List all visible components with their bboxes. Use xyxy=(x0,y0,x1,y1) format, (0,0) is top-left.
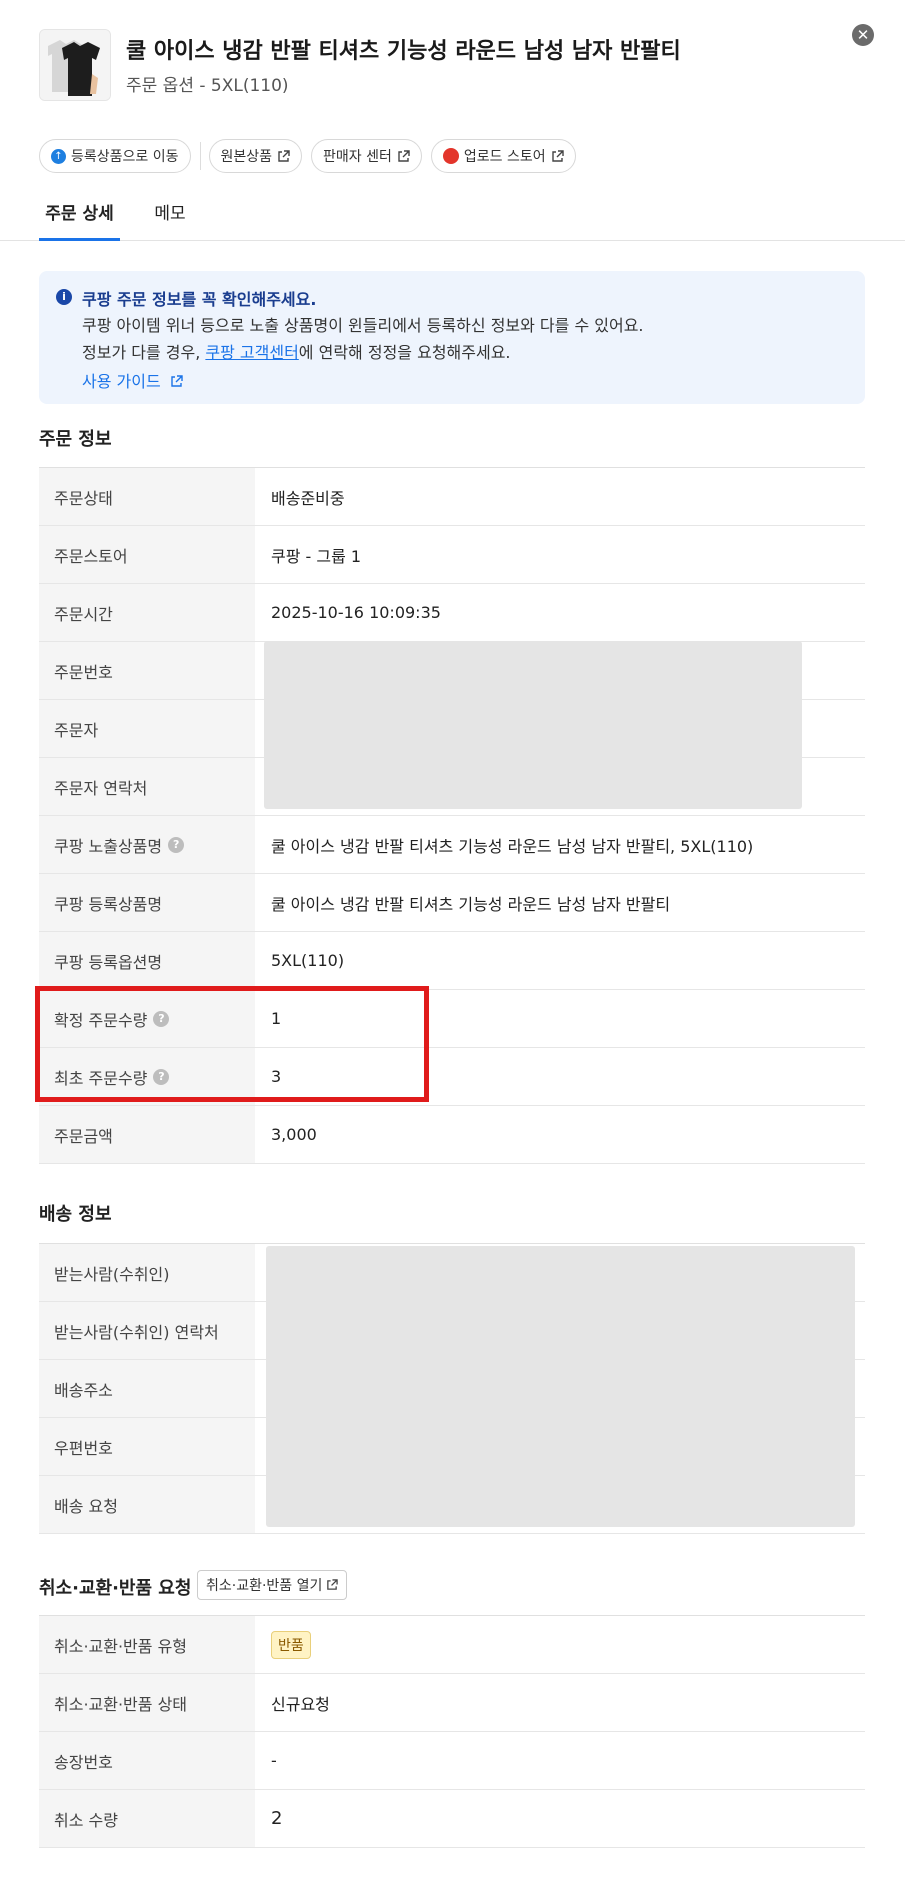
chip-label: 원본상품 xyxy=(220,149,273,165)
row-value: 5XL(110) xyxy=(271,951,345,970)
notice-title: 쿠팡 주문 정보를 꼭 확인해주세요. xyxy=(82,290,317,309)
notice-line: 쿠팡 아이템 위너 등으로 노출 상품명이 윈들리에서 등록하신 정보와 다를 … xyxy=(82,316,644,335)
row-label: 받는사람(수취인) xyxy=(39,1244,255,1301)
notice-box: i 쿠팡 주문 정보를 꼭 확인해주세요. 쿠팡 아이템 위너 등으로 노출 상… xyxy=(39,271,865,404)
row-label: 주문자 연락처 xyxy=(39,758,255,815)
tshirt-image xyxy=(40,30,110,100)
row-label: 취소 수량 xyxy=(39,1790,255,1847)
tab-memo[interactable]: 메모 xyxy=(146,192,194,241)
shipping-info-title: 배송 정보 xyxy=(39,1204,112,1225)
notice-text: 에 연락해 정정을 요청해주세요. xyxy=(298,343,511,362)
open-claim-label: 취소·교환·반품 열기 xyxy=(206,1578,323,1594)
external-link-icon xyxy=(398,149,410,162)
row-value: 2 xyxy=(271,1808,283,1829)
notice-text: 정보가 다를 경우, xyxy=(82,343,206,362)
row-value: 쿨 아이스 냉감 반팔 티셔츠 기능성 라운드 남성 남자 반팔티, 5XL(1… xyxy=(271,836,754,856)
table-row: 쿠팡 노출상품명? 쿨 아이스 냉감 반팔 티셔츠 기능성 라운드 남성 남자 반… xyxy=(39,816,865,874)
open-claim-button[interactable]: 취소·교환·반품 열기 xyxy=(197,1570,348,1600)
tab-order-detail[interactable]: 주문 상세 xyxy=(39,192,120,241)
external-link-icon xyxy=(171,375,183,387)
product-header: 쿨 아이스 냉감 반팔 티셔츠 기능성 라운드 남성 남자 반팔티 주문 옵션 … xyxy=(39,29,865,101)
table-row: 송장번호 - xyxy=(39,1732,865,1790)
row-label: 쿠팡 등록상품명 xyxy=(39,874,255,931)
row-value: 2025-10-16 10:09:35 xyxy=(271,603,441,622)
external-link-icon xyxy=(327,1579,339,1590)
chip-label: 판매자 센터 xyxy=(323,149,392,165)
redacted-area xyxy=(266,1246,855,1527)
order-option: 주문 옵션 - 5XL(110) xyxy=(126,76,289,96)
redacted-area xyxy=(264,641,802,809)
row-label: 주문시간 xyxy=(39,584,255,641)
highlight-box xyxy=(35,986,429,1102)
row-value: 신규요청 xyxy=(271,1694,330,1714)
row-label: 배송 요청 xyxy=(39,1476,255,1533)
upload-store-link[interactable]: 업로드 스토어 xyxy=(430,139,576,173)
return-badge: 반품 xyxy=(271,1630,311,1659)
row-label: 취소·교환·반품 유형 xyxy=(39,1616,255,1673)
product-title: 쿨 아이스 냉감 반팔 티셔츠 기능성 라운드 남성 남자 반팔티 xyxy=(126,39,681,64)
notice-line: 정보가 다를 경우, 쿠팡 고객센터에 연락해 정정을 요청해주세요. xyxy=(82,339,511,363)
tab-bar: 주문 상세 메모 xyxy=(0,192,905,241)
row-label: 우편번호 xyxy=(39,1418,255,1475)
table-row: 주문시간 2025-10-16 10:09:35 xyxy=(39,584,865,642)
chip-label: 업로드 스토어 xyxy=(463,149,546,165)
row-value: - xyxy=(271,1751,277,1770)
table-row: 취소·교환·반품 상태 신규요청 xyxy=(39,1674,865,1732)
action-chips: ↑ 등록상품으로 이동 원본상품 판매자 센터 업로드 스토어 xyxy=(39,139,585,173)
external-link-icon xyxy=(278,149,290,162)
table-row: 주문스토어 쿠팡 - 그룹 1 xyxy=(39,526,865,584)
product-thumbnail xyxy=(39,29,111,101)
order-info-title: 주문 정보 xyxy=(39,429,112,450)
coupang-logo-icon xyxy=(442,148,459,164)
row-value: 배송준비중 xyxy=(271,488,345,508)
row-value: 반품 xyxy=(255,1616,865,1673)
table-row: 주문상태 배송준비중 xyxy=(39,468,865,526)
row-label: 취소·교환·반품 상태 xyxy=(39,1674,255,1731)
original-product-link[interactable]: 원본상품 xyxy=(208,139,303,173)
external-link-icon xyxy=(551,149,564,162)
row-label: 주문자 xyxy=(39,700,255,757)
coupang-customer-center-link[interactable]: 쿠팡 고객센터 xyxy=(205,343,298,362)
guide-label: 사용 가이드 xyxy=(82,372,161,391)
seller-center-link[interactable]: 판매자 센터 xyxy=(311,139,422,173)
usage-guide-link[interactable]: 사용 가이드 xyxy=(82,368,183,392)
row-value: 쿨 아이스 냉감 반팔 티셔츠 기능성 라운드 남성 남자 반팔티 xyxy=(271,894,671,914)
arrow-up-circle-icon: ↑ xyxy=(51,148,66,164)
table-row: 취소 수량 2 xyxy=(39,1790,865,1848)
claim-info-table: 취소·교환·반품 유형 반품 취소·교환·반품 상태 신규요청 송장번호 - 취소 수… xyxy=(39,1615,865,1848)
row-label: 받는사람(수취인) 연락처 xyxy=(39,1302,255,1359)
claim-info-title: 취소·교환·반품 요청 xyxy=(39,1578,192,1599)
row-label: 주문스토어 xyxy=(39,526,255,583)
label-text: 쿠팡 노출상품명 xyxy=(54,836,163,856)
row-value: 쿠팡 - 그룹 1 xyxy=(271,546,362,566)
chip-label: 등록상품으로 이동 xyxy=(71,149,179,165)
divider xyxy=(199,142,201,170)
table-row: 쿠팡 등록옵션명 5XL(110) xyxy=(39,932,865,990)
row-label: 배송주소 xyxy=(39,1360,255,1417)
row-label: 쿠팡 노출상품명? xyxy=(39,816,255,873)
row-label: 송장번호 xyxy=(39,1732,255,1789)
row-label: 쿠팡 등록옵션명 xyxy=(39,932,255,989)
row-value: 3,000 xyxy=(271,1125,317,1144)
table-row: 주문금액 3,000 xyxy=(39,1106,865,1164)
table-row: 쿠팡 등록상품명 쿨 아이스 냉감 반팔 티셔츠 기능성 라운드 남성 남자 반팔… xyxy=(39,874,865,932)
close-icon[interactable]: ✕ xyxy=(852,24,874,46)
row-label: 주문상태 xyxy=(39,468,255,525)
row-label: 주문번호 xyxy=(39,642,255,699)
help-icon[interactable]: ? xyxy=(168,836,185,853)
go-to-registered-product-button[interactable]: ↑ 등록상품으로 이동 xyxy=(39,139,191,173)
row-label: 주문금액 xyxy=(39,1106,255,1163)
info-icon: i xyxy=(56,289,72,305)
table-row: 취소·교환·반품 유형 반품 xyxy=(39,1616,865,1674)
